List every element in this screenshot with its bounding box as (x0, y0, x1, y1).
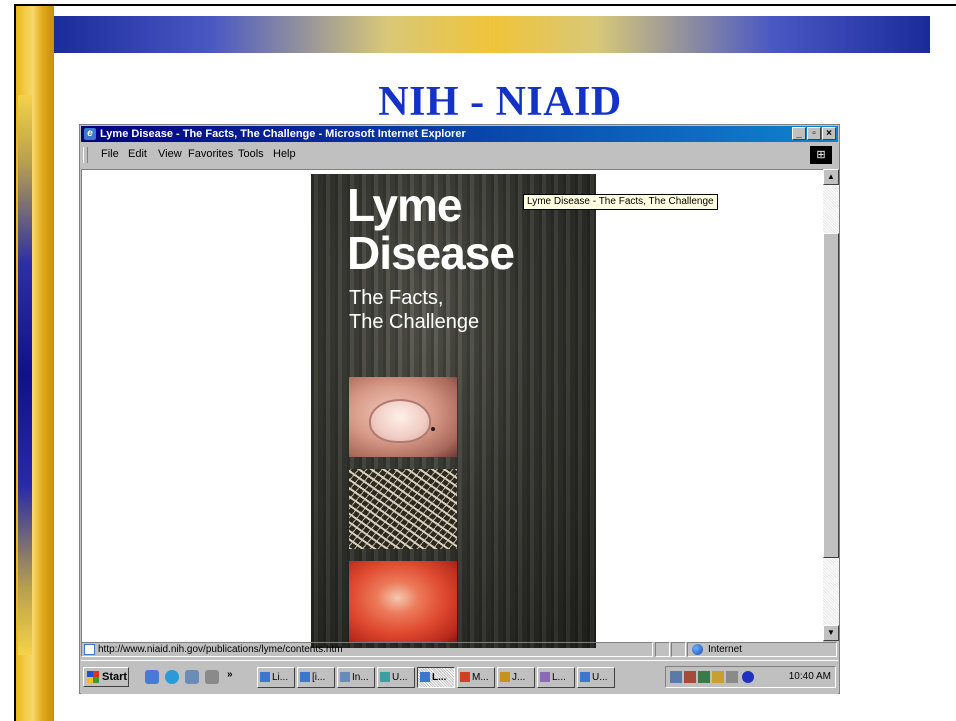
fingernail (369, 399, 431, 443)
quicklaunch-ie-icon[interactable] (165, 670, 179, 684)
cover-subtitle: The Facts, The Challenge (349, 286, 479, 334)
clock[interactable]: 10:40 AM (789, 671, 831, 682)
ie-icon (300, 672, 310, 682)
window-titlebar[interactable]: e Lyme Disease - The Facts, The Challeng… (81, 126, 838, 142)
windows-flag-icon (87, 671, 99, 683)
ie-icon (580, 672, 590, 682)
page-icon (84, 644, 95, 655)
rash-photo (349, 561, 457, 643)
inbox-icon (340, 672, 350, 682)
cover-image[interactable]: Lyme Disease The Facts, The Challenge (311, 174, 596, 648)
taskbar-button[interactable]: U... (377, 667, 415, 688)
vertical-scrollbar[interactable]: ▲ ▼ (823, 169, 839, 641)
status-panel (671, 642, 686, 657)
taskbar-button-active[interactable]: L... (417, 667, 455, 688)
menu-file[interactable]: File (101, 148, 119, 160)
slide-left-accent-stripe (18, 95, 32, 655)
slide-top-accent-bar (54, 16, 930, 53)
taskbar-button[interactable]: J... (497, 667, 535, 688)
powerpoint-icon (460, 672, 470, 682)
menu-help[interactable]: Help (273, 148, 296, 160)
taskbar: Start » Li... [i... In... U... L... M...… (81, 660, 838, 694)
taskbar-button[interactable]: In... (337, 667, 375, 688)
menu-tools[interactable]: Tools (238, 148, 264, 160)
tick (431, 427, 435, 431)
quicklaunch-outlook-icon[interactable] (185, 670, 199, 684)
app-icon (540, 672, 550, 682)
app-icon (500, 672, 510, 682)
cover-subtitle-line1: The Facts, (349, 287, 444, 309)
status-bar: http://www.niaid.nih.gov/publications/ly… (81, 641, 838, 659)
ie-icon (420, 672, 430, 682)
fingernail-photo (349, 377, 457, 457)
globe-icon (692, 644, 703, 655)
status-zone: Internet (708, 644, 742, 655)
taskbar-button[interactable]: [i... (297, 667, 335, 688)
ie-icon[interactable]: e (84, 128, 96, 140)
ie-logo-icon: ⊞ (810, 146, 832, 164)
menu-edit[interactable]: Edit (128, 148, 147, 160)
toolbar-grip[interactable] (83, 147, 88, 163)
scroll-up-arrow-icon[interactable]: ▲ (823, 169, 839, 185)
quicklaunch-desktop-icon[interactable] (145, 670, 159, 684)
scroll-thumb[interactable] (823, 233, 839, 558)
taskbar-button[interactable]: Li... (257, 667, 295, 688)
tray-app-icon[interactable] (698, 671, 710, 683)
slide-title: NIH - NIAID (378, 79, 622, 125)
tray-volume-icon[interactable] (726, 671, 738, 683)
system-tray: 10:40 AM (665, 666, 836, 688)
browser-viewport[interactable]: Lyme Disease The Facts, The Challenge Ly… (81, 169, 823, 648)
start-button[interactable]: Start (83, 667, 129, 687)
menu-view[interactable]: View (158, 148, 182, 160)
scroll-down-arrow-icon[interactable]: ▼ (823, 625, 839, 641)
cover-title-line1: Lyme (347, 179, 462, 231)
window-title: Lyme Disease - The Facts, The Challenge … (100, 128, 466, 140)
cover-title-line2: Disease (347, 227, 515, 279)
quicklaunch-chevron[interactable]: » (227, 669, 233, 680)
tray-app-icon[interactable] (684, 671, 696, 683)
status-url: http://www.niaid.nih.gov/publications/ly… (98, 644, 343, 655)
tray-network-icon[interactable] (670, 671, 682, 683)
status-panel (655, 642, 670, 657)
app-icon (380, 672, 390, 682)
status-url-cell: http://www.niaid.nih.gov/publications/ly… (81, 642, 653, 657)
start-label: Start (102, 671, 128, 683)
status-zone-cell: Internet (687, 642, 837, 657)
minimize-button[interactable]: _ (792, 127, 806, 140)
menu-bar: File Edit View Favorites Tools Help ⊞ (81, 144, 838, 166)
tooltip: Lyme Disease - The Facts, The Challenge (523, 194, 718, 210)
cover-subtitle-line2: The Challenge (349, 311, 480, 333)
taskbar-button[interactable]: M... (457, 667, 495, 688)
close-button[interactable]: × (822, 127, 836, 140)
spirochete-photo (349, 469, 457, 549)
restore-button[interactable]: ▫ (807, 127, 821, 140)
ie-icon (260, 672, 270, 682)
menu-favorites[interactable]: Favorites (188, 148, 233, 160)
quicklaunch-app-icon[interactable] (205, 670, 219, 684)
taskbar-button[interactable]: L... (537, 667, 575, 688)
ie-window: e Lyme Disease - The Facts, The Challeng… (79, 124, 840, 694)
tray-pen-icon[interactable] (712, 671, 724, 683)
taskbar-button[interactable]: U... (577, 667, 615, 688)
window-controls: _ ▫ × (791, 127, 836, 141)
tray-connection-icon[interactable] (742, 671, 754, 683)
